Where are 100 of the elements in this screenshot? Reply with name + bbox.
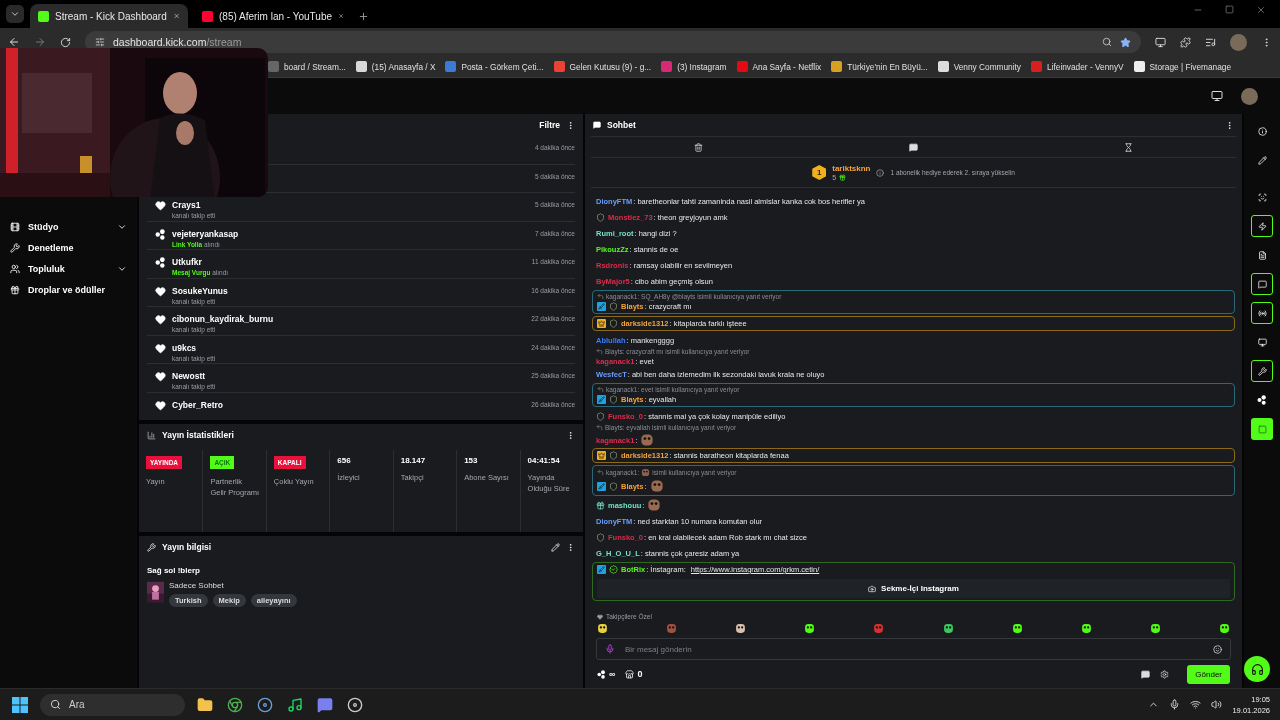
new-tab-icon[interactable] <box>358 11 369 22</box>
bookmark[interactable]: Storage | Fivemanage <box>1133 61 1232 72</box>
store-icon <box>625 669 635 679</box>
sidebar-item[interactable]: Topluluk <box>0 261 137 277</box>
chat-icon <box>593 121 601 129</box>
filter-button[interactable]: Filtre <box>539 120 560 130</box>
stat-value: 04:41:54 <box>527 456 561 465</box>
chevron-down-icon <box>117 222 127 232</box>
heart-icon <box>155 342 166 354</box>
panel-title: Yayın bilgisi <box>162 542 213 552</box>
drops-icon <box>597 669 606 679</box>
favicon-icon <box>736 61 748 72</box>
sidebar-icon <box>10 285 20 295</box>
browser-icon <box>227 696 243 713</box>
chat-icon[interactable] <box>909 142 918 152</box>
tab-menu-button[interactable] <box>6 5 24 23</box>
info-icon <box>1257 126 1267 136</box>
favicon-icon <box>831 61 843 72</box>
windows-icon <box>12 696 28 713</box>
bookmark[interactable]: Türkiye'nin En Büyü... <box>831 61 928 72</box>
rail-button[interactable] <box>1251 215 1273 237</box>
edit-icon[interactable] <box>551 542 560 552</box>
more-icon[interactable] <box>566 430 575 440</box>
heart-icon <box>155 314 166 325</box>
activity-user: Cyber_Retro <box>172 399 225 410</box>
sidebar-item[interactable]: Denetleme <box>0 240 137 256</box>
headset-icon <box>1250 662 1264 676</box>
rail-button[interactable] <box>1251 302 1273 324</box>
heart-icon <box>155 399 166 411</box>
emote-icon <box>873 623 885 634</box>
activity-user: u9kcs <box>172 342 198 353</box>
reply-icon <box>596 348 603 355</box>
send-button[interactable]: Gönder <box>1187 664 1230 684</box>
emoji-icon[interactable] <box>1213 644 1222 654</box>
bookmark[interactable]: (15) Anasayfa / X <box>355 61 436 72</box>
category-name: Sadece Sohbet <box>169 581 225 590</box>
more-icon[interactable] <box>566 120 575 130</box>
folder-icon <box>197 696 213 713</box>
profile-avatar[interactable] <box>1230 33 1247 51</box>
message-field[interactable]: Bir mesaj gönderin <box>623 643 1205 655</box>
stat-value: 18.147 <box>400 456 427 465</box>
bookmark[interactable]: (3) Instagram <box>661 61 727 72</box>
sidebar-item[interactable]: Stüdyo <box>0 219 137 235</box>
trash-icon[interactable] <box>694 142 703 152</box>
bookmark[interactable]: Venny Community <box>937 61 1021 72</box>
stream-title: Sağ sol !blerp <box>147 566 201 575</box>
zoom-icon[interactable] <box>1102 37 1112 47</box>
sidebar-icon <box>10 264 20 274</box>
media-icon[interactable] <box>1205 36 1216 48</box>
favicon-icon <box>661 61 673 72</box>
browser-tab[interactable]: Stream - Kick Dashboard <box>30 4 188 28</box>
store-count[interactable]: 0 <box>625 669 643 679</box>
bookmark[interactable]: Ana Sayfa - Netflix <box>736 61 822 72</box>
bookmark[interactable]: Gelen Kutusu (9) - g... <box>553 61 652 72</box>
activity-user: SosukeYunus <box>172 285 229 296</box>
start-button[interactable] <box>10 694 30 715</box>
more-icon[interactable] <box>566 542 575 552</box>
address-bar[interactable]: dashboard.kick.com/stream <box>85 31 1141 53</box>
user-avatar[interactable] <box>1241 87 1258 105</box>
sidebar-item[interactable]: Droplar ve ödüller <box>0 282 137 298</box>
bookmark[interactable]: Posta - Görkem Çeti... <box>445 61 544 72</box>
heart-icon <box>155 285 166 297</box>
site-settings-icon[interactable] <box>95 37 105 47</box>
chevron-down-icon <box>117 264 127 274</box>
bookmark[interactable]: board / Stream... <box>268 61 346 72</box>
wrench-icon <box>1257 366 1267 376</box>
back-icon[interactable] <box>8 36 20 48</box>
more-icon[interactable] <box>1225 120 1234 130</box>
taskbar-search[interactable]: Ara <box>40 693 185 716</box>
mic-icon[interactable] <box>1169 699 1181 710</box>
bookmark[interactable]: Lifeinvader - VennyV <box>1031 61 1124 72</box>
message-box[interactable]: Bir mesaj gönderin <box>596 638 1231 660</box>
network-icon[interactable] <box>1190 699 1202 710</box>
favicon-icon <box>1031 61 1042 72</box>
close-icon[interactable] <box>338 11 344 21</box>
lightning-icon <box>1257 221 1267 231</box>
instagram-button[interactable]: Sekme-İçi Instagram <box>597 579 1230 598</box>
extensions-icon[interactable] <box>1180 36 1191 48</box>
rail-button[interactable] <box>1251 360 1273 382</box>
favicon-icon <box>445 61 457 72</box>
close-icon[interactable] <box>172 11 180 21</box>
document-icon <box>1257 250 1267 260</box>
activity-user: vejeteryankasap <box>172 228 240 239</box>
chevron-icon <box>10 9 20 19</box>
camera-icon <box>868 584 877 593</box>
rail-button[interactable] <box>1251 273 1273 295</box>
heart-icon <box>155 200 166 211</box>
reload-icon[interactable] <box>60 36 71 48</box>
emote-icon <box>804 623 816 634</box>
panel-title: Yayın İstatistikleri <box>162 430 235 440</box>
close-icon[interactable] <box>1256 5 1266 15</box>
chat-icon[interactable] <box>1141 669 1151 679</box>
bookmark-star-icon[interactable] <box>1120 36 1131 48</box>
settings-icon[interactable] <box>1160 669 1170 679</box>
emote-icon <box>1219 623 1230 634</box>
support-button[interactable] <box>1244 656 1270 682</box>
hourglass-icon[interactable] <box>1124 142 1133 152</box>
volume-icon[interactable] <box>1211 699 1223 710</box>
browser-tab[interactable]: (85) Aferim lan - YouTube <box>194 4 352 28</box>
points-count[interactable]: ∞ <box>597 669 616 679</box>
